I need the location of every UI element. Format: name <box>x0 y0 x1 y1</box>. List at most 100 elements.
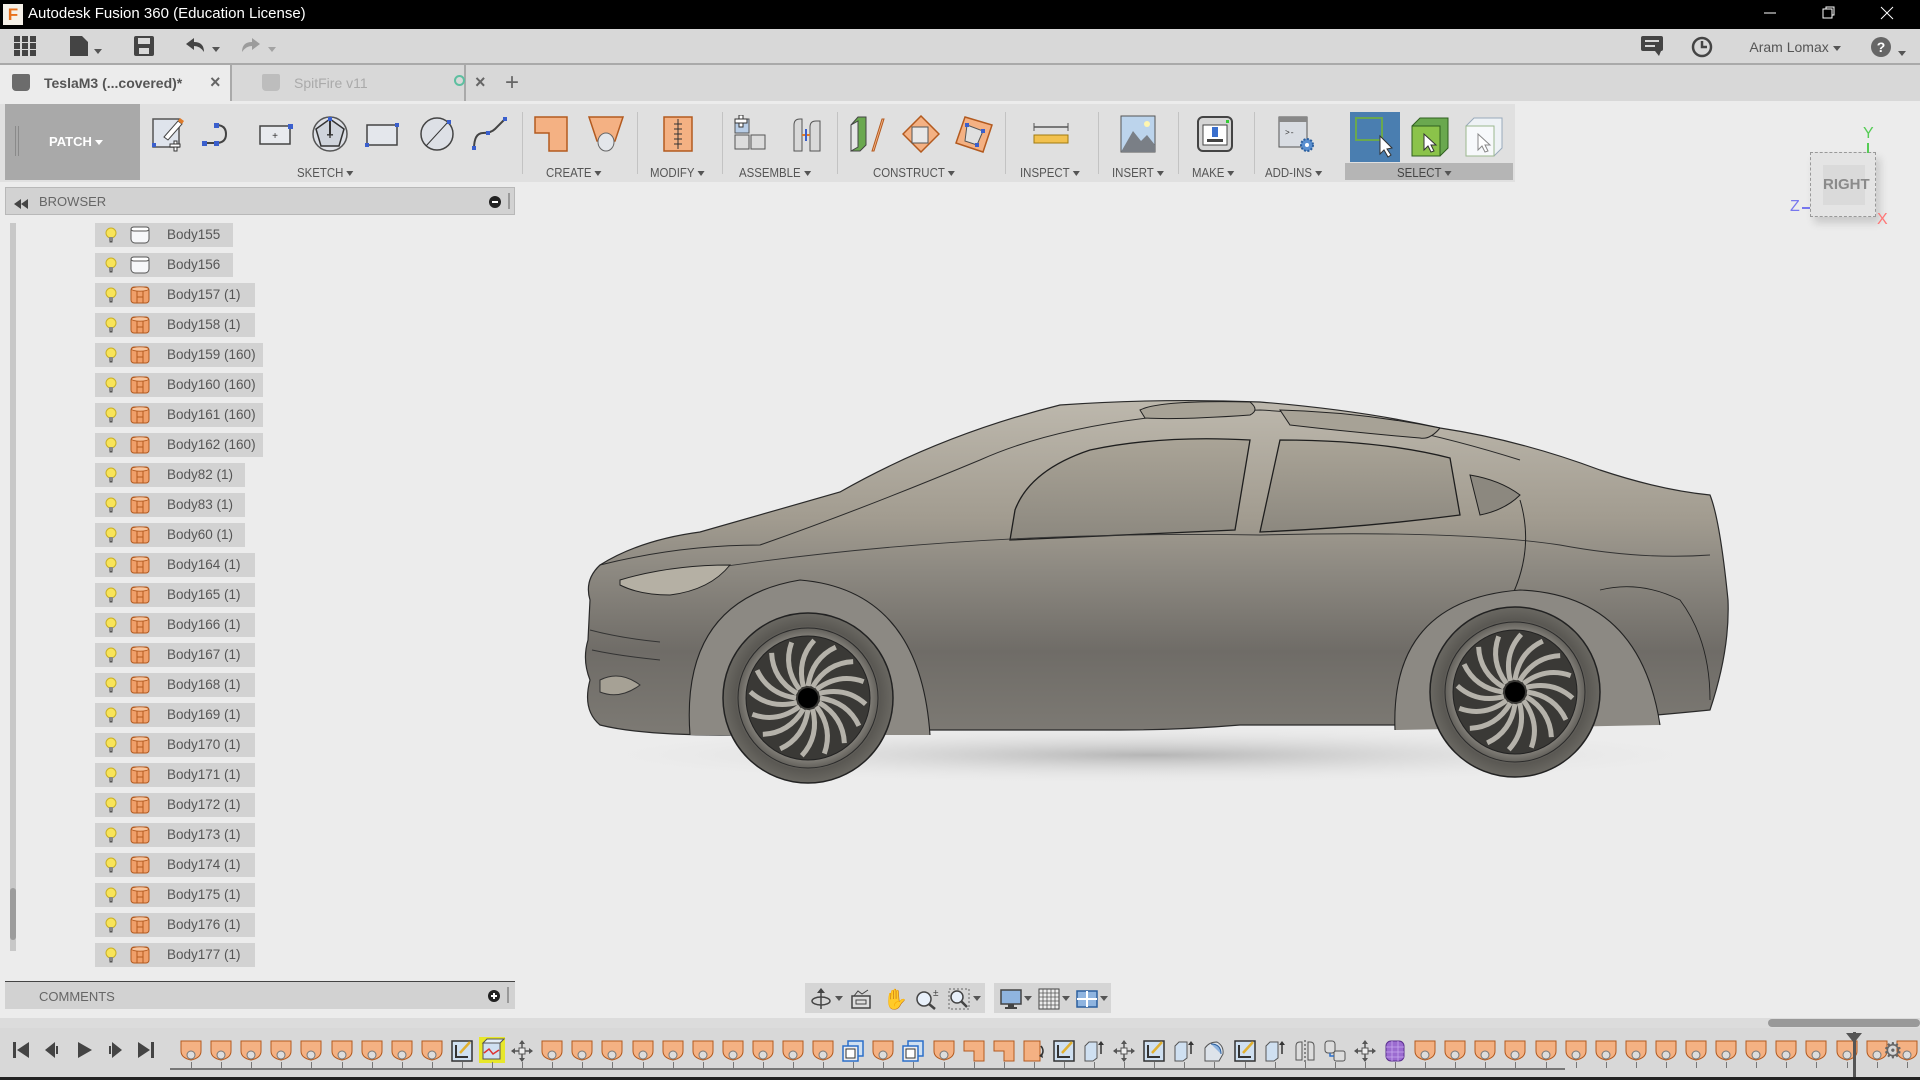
timeline-feature-loft[interactable] <box>1595 1040 1617 1062</box>
timeline-go-to-start-button[interactable] <box>12 1040 30 1066</box>
extrude-surface-icon[interactable] <box>533 115 571 153</box>
workspace-switcher[interactable]: PATCH <box>5 104 140 180</box>
timeline-feature-loft[interactable] <box>240 1040 262 1062</box>
browser-body-item[interactable]: Body176 (1) <box>95 913 255 937</box>
comments-panel-header[interactable]: COMMENTS <box>5 981 515 1009</box>
browser-body-item[interactable]: Body169 (1) <box>95 703 255 727</box>
visibility-lightbulb-icon[interactable] <box>105 677 117 693</box>
undo-button[interactable] <box>182 36 222 58</box>
visibility-lightbulb-icon[interactable] <box>105 497 117 513</box>
browser-body-item[interactable]: Body165 (1) <box>95 583 255 607</box>
job-status-button[interactable] <box>1640 36 1664 58</box>
inspect-menu[interactable]: INSPECT <box>1020 165 1080 180</box>
browser-body-item[interactable]: Body164 (1) <box>95 553 255 577</box>
timeline-feature-loft[interactable] <box>1655 1040 1677 1062</box>
browser-body-item[interactable]: Body175 (1) <box>95 883 255 907</box>
browser-body-item[interactable]: Body177 (1) <box>95 943 255 967</box>
visibility-lightbulb-icon[interactable] <box>105 437 117 453</box>
drag-handle[interactable] <box>15 126 19 156</box>
modify-menu[interactable]: MODIFY <box>650 165 705 180</box>
make-menu[interactable]: MAKE <box>1192 165 1235 180</box>
visibility-lightbulb-icon[interactable] <box>105 857 117 873</box>
display-settings-button[interactable] <box>1000 988 1022 1015</box>
browser-body-item[interactable]: Body162 (160) <box>95 433 263 457</box>
browser-body-item[interactable]: Body171 (1) <box>95 763 255 787</box>
timeline-feature-loft[interactable] <box>270 1040 292 1062</box>
timeline-feature-loft[interactable] <box>872 1040 894 1062</box>
timeline-feature-loft[interactable] <box>933 1040 955 1062</box>
visibility-lightbulb-icon[interactable] <box>105 797 117 813</box>
timeline-feature-loft[interactable] <box>571 1040 593 1062</box>
timeline-feature-loft[interactable] <box>391 1040 413 1062</box>
timeline-feature-loft[interactable] <box>812 1040 834 1062</box>
timeline-feature-replace-face[interactable] <box>1023 1040 1045 1062</box>
user-menu[interactable]: Aram Lomax <box>1745 36 1845 58</box>
line-tool-icon[interactable] <box>200 115 238 153</box>
browser-body-item[interactable]: Body82 (1) <box>95 463 245 487</box>
orbit-button[interactable] <box>810 988 832 1015</box>
add-comment-icon[interactable] <box>488 990 500 1002</box>
browser-body-item[interactable]: Body170 (1) <box>95 733 255 757</box>
timeline-feature-extrude-up[interactable] <box>1173 1040 1195 1062</box>
minimize-button[interactable] <box>1747 0 1793 29</box>
timeline-feature-extrude-up[interactable] <box>1083 1040 1105 1062</box>
window-select-button[interactable] <box>1350 112 1400 162</box>
timeline-feature-revolve[interactable] <box>1203 1040 1225 1062</box>
browser-body-item[interactable]: Body158 (1) <box>95 313 255 337</box>
timeline-feature-loft[interactable] <box>662 1040 684 1062</box>
circle-tool-icon[interactable] <box>418 115 456 153</box>
create-sketch-icon[interactable] <box>150 115 188 153</box>
chevron-down-icon[interactable] <box>973 996 981 1001</box>
panel-resize-handle[interactable] <box>508 193 510 209</box>
timeline-feature-loft[interactable] <box>752 1040 774 1062</box>
timeline-feature-sketch[interactable] <box>451 1040 473 1062</box>
timeline-feature-combine[interactable] <box>1324 1040 1346 1062</box>
rectangle-tool-icon[interactable] <box>364 115 402 153</box>
construct-menu[interactable]: CONSTRUCT <box>873 165 955 180</box>
browser-panel-header[interactable]: BROWSER <box>5 187 515 215</box>
measure-icon[interactable] <box>1032 115 1070 153</box>
visibility-lightbulb-icon[interactable] <box>105 407 117 423</box>
minimize-panel-icon[interactable] <box>489 196 501 208</box>
save-button[interactable] <box>133 36 155 58</box>
new-tab-button[interactable]: + <box>505 69 519 97</box>
browser-body-item[interactable]: Body60 (1) <box>95 523 245 547</box>
timeline-feature-loft[interactable] <box>722 1040 744 1062</box>
visibility-lightbulb-icon[interactable] <box>105 557 117 573</box>
chevron-down-icon[interactable] <box>1100 996 1108 1001</box>
press-pull-icon[interactable] <box>659 115 697 153</box>
timeline-feature-loft[interactable] <box>1444 1040 1466 1062</box>
viewcube-face-right[interactable]: RIGHT <box>1823 165 1870 205</box>
timeline-feature-loft[interactable] <box>1775 1040 1797 1062</box>
visibility-lightbulb-icon[interactable] <box>105 707 117 723</box>
history-button[interactable] <box>1690 36 1714 58</box>
3d-print-icon[interactable] <box>1196 115 1234 153</box>
timeline-scrollbar-track[interactable] <box>0 1018 1920 1028</box>
visibility-lightbulb-icon[interactable] <box>105 827 117 843</box>
timeline-feature-loft[interactable] <box>331 1040 353 1062</box>
browser-body-item[interactable]: Body167 (1) <box>95 643 255 667</box>
browser-scrollbar-thumb[interactable] <box>10 888 16 940</box>
browser-body-item[interactable]: Body172 (1) <box>95 793 255 817</box>
addins-menu[interactable]: ADD-INS <box>1265 165 1323 180</box>
timeline-feature-move[interactable] <box>1353 1040 1376 1062</box>
browser-body-item[interactable]: Body156 <box>95 253 233 277</box>
timeline-feature-extrude[interactable] <box>963 1040 985 1062</box>
timeline-feature-move[interactable] <box>511 1040 534 1062</box>
browser-body-item[interactable]: Body173 (1) <box>95 823 255 847</box>
timeline-feature-loft[interactable] <box>601 1040 623 1062</box>
browser-body-item[interactable]: Body83 (1) <box>95 493 245 517</box>
timeline-feature-loft[interactable] <box>210 1040 232 1062</box>
tab-spitfire[interactable]: SpitFire v11 × <box>232 65 486 101</box>
offset-plane-icon[interactable] <box>848 115 886 153</box>
timeline-feature-loft[interactable] <box>1535 1040 1557 1062</box>
panel-resize-handle[interactable] <box>507 987 509 1003</box>
viewcube[interactable]: RIGHT Y Z X <box>1790 125 1900 235</box>
select-menu[interactable]: SELECT <box>1397 165 1452 180</box>
app-grid-button[interactable] <box>13 36 37 58</box>
collapse-browser-button[interactable] <box>14 196 28 214</box>
timeline-step-back-button[interactable] <box>43 1040 61 1066</box>
timeline-settings-button[interactable]: ⚙ <box>1883 1038 1903 1064</box>
timeline-feature-move[interactable] <box>1113 1040 1136 1062</box>
timeline-feature-loft[interactable] <box>541 1040 563 1062</box>
